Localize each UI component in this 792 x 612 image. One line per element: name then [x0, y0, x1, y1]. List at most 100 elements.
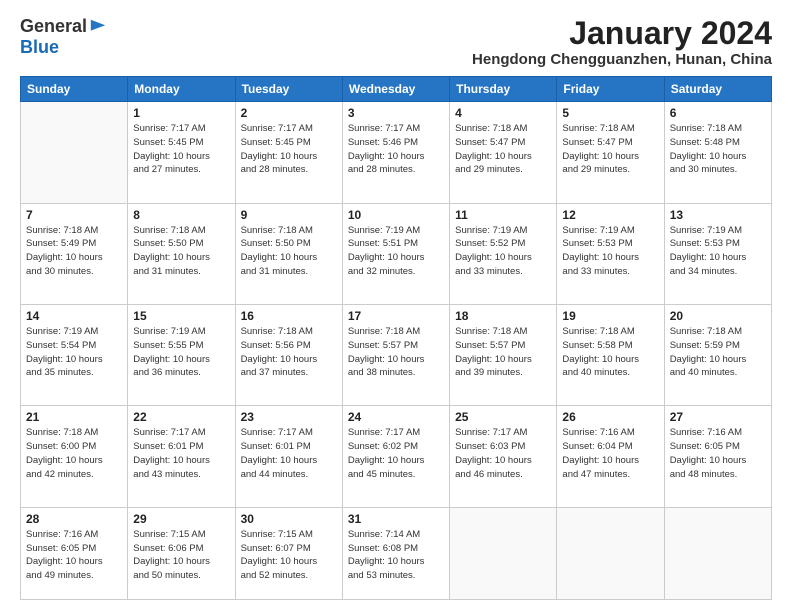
calendar-table: SundayMondayTuesdayWednesdayThursdayFrid… [20, 76, 772, 600]
calendar-cell: 29 Sunrise: 7:15 AMSunset: 6:06 PMDayligh… [128, 507, 235, 599]
day-info: Sunrise: 7:18 AMSunset: 5:47 PMDaylight:… [455, 122, 551, 177]
title-block: January 2024 Hengdong Chengguanzhen, Hun… [472, 16, 772, 68]
day-header-thursday: Thursday [450, 77, 557, 102]
day-number: 3 [348, 106, 444, 120]
calendar-cell: 19 Sunrise: 7:18 AMSunset: 5:58 PMDayligh… [557, 304, 664, 405]
day-info: Sunrise: 7:16 AMSunset: 6:05 PMDaylight:… [670, 426, 766, 481]
day-number: 23 [241, 410, 337, 424]
day-number: 20 [670, 309, 766, 323]
day-info: Sunrise: 7:15 AMSunset: 6:06 PMDaylight:… [133, 528, 229, 583]
week-row-3: 14 Sunrise: 7:19 AMSunset: 5:54 PMDayligh… [21, 304, 772, 405]
calendar-cell: 24Sunrise: 7:17 AMSunset: 6:02 PMDayligh… [342, 406, 449, 507]
day-number: 21 [26, 410, 122, 424]
calendar-cell: 5Sunrise: 7:18 AMSunset: 5:47 PMDaylight… [557, 102, 664, 203]
day-number: 27 [670, 410, 766, 424]
day-info: Sunrise: 7:17 AMSunset: 5:45 PMDaylight:… [133, 122, 229, 177]
calendar-cell [557, 507, 664, 599]
calendar-cell: 26 Sunrise: 7:16 AMSunset: 6:04 PMDayligh… [557, 406, 664, 507]
calendar-cell [664, 507, 771, 599]
day-number: 16 [241, 309, 337, 323]
day-info: Sunrise: 7:16 AMSunset: 6:05 PMDaylight:… [26, 528, 122, 583]
calendar-cell: 20 Sunrise: 7:18 AMSunset: 5:59 PMDayligh… [664, 304, 771, 405]
calendar-cell: 23 Sunrise: 7:17 AMSunset: 6:01 PMDayligh… [235, 406, 342, 507]
calendar-cell [21, 102, 128, 203]
logo-flag-icon [89, 18, 107, 36]
day-number: 25 [455, 410, 551, 424]
calendar-cell: 11 Sunrise: 7:19 AMSunset: 5:52 PMDayligh… [450, 203, 557, 304]
calendar-cell: 22 Sunrise: 7:17 AMSunset: 6:01 PMDayligh… [128, 406, 235, 507]
week-row-1: 1Sunrise: 7:17 AMSunset: 5:45 PMDaylight… [21, 102, 772, 203]
day-number: 12 [562, 208, 658, 222]
header: General Blue January 2024 Hengdong Cheng… [20, 16, 772, 68]
day-info: Sunrise: 7:19 AMSunset: 5:54 PMDaylight:… [26, 325, 122, 380]
day-number: 9 [241, 208, 337, 222]
week-row-5: 28Sunrise: 7:16 AMSunset: 6:05 PMDayligh… [21, 507, 772, 599]
day-info: Sunrise: 7:19 AMSunset: 5:55 PMDaylight:… [133, 325, 229, 380]
day-info: Sunrise: 7:18 AMSunset: 5:50 PMDaylight:… [133, 224, 229, 279]
calendar-cell: 10 Sunrise: 7:19 AMSunset: 5:51 PMDayligh… [342, 203, 449, 304]
day-number: 4 [455, 106, 551, 120]
day-info: Sunrise: 7:17 AMSunset: 6:01 PMDaylight:… [133, 426, 229, 481]
day-info: Sunrise: 7:19 AMSunset: 5:51 PMDaylight:… [348, 224, 444, 279]
day-header-tuesday: Tuesday [235, 77, 342, 102]
day-info: Sunrise: 7:17 AMSunset: 5:45 PMDaylight:… [241, 122, 337, 177]
calendar-cell: 31Sunrise: 7:14 AMSunset: 6:08 PMDayligh… [342, 507, 449, 599]
page: General Blue January 2024 Hengdong Cheng… [0, 0, 792, 612]
logo: General Blue [20, 16, 107, 58]
day-info: Sunrise: 7:18 AMSunset: 5:57 PMDaylight:… [455, 325, 551, 380]
day-info: Sunrise: 7:18 AMSunset: 6:00 PMDaylight:… [26, 426, 122, 481]
day-header-wednesday: Wednesday [342, 77, 449, 102]
calendar-cell: 3Sunrise: 7:17 AMSunset: 5:46 PMDaylight… [342, 102, 449, 203]
day-header-friday: Friday [557, 77, 664, 102]
day-info: Sunrise: 7:17 AMSunset: 6:02 PMDaylight:… [348, 426, 444, 481]
day-number: 11 [455, 208, 551, 222]
day-info: Sunrise: 7:19 AMSunset: 5:53 PMDaylight:… [562, 224, 658, 279]
day-info: Sunrise: 7:18 AMSunset: 5:59 PMDaylight:… [670, 325, 766, 380]
day-number: 14 [26, 309, 122, 323]
day-info: Sunrise: 7:18 AMSunset: 5:48 PMDaylight:… [670, 122, 766, 177]
day-info: Sunrise: 7:18 AMSunset: 5:56 PMDaylight:… [241, 325, 337, 380]
calendar-header-row: SundayMondayTuesdayWednesdayThursdayFrid… [21, 77, 772, 102]
day-number: 29 [133, 512, 229, 526]
calendar-cell: 25 Sunrise: 7:17 AMSunset: 6:03 PMDayligh… [450, 406, 557, 507]
day-info: Sunrise: 7:17 AMSunset: 6:01 PMDaylight:… [241, 426, 337, 481]
day-number: 17 [348, 309, 444, 323]
day-number: 22 [133, 410, 229, 424]
calendar-cell: 8Sunrise: 7:18 AMSunset: 5:50 PMDaylight… [128, 203, 235, 304]
month-title: January 2024 [472, 16, 772, 51]
day-info: Sunrise: 7:18 AMSunset: 5:49 PMDaylight:… [26, 224, 122, 279]
calendar-cell: 12 Sunrise: 7:19 AMSunset: 5:53 PMDayligh… [557, 203, 664, 304]
day-info: Sunrise: 7:18 AMSunset: 5:47 PMDaylight:… [562, 122, 658, 177]
day-info: Sunrise: 7:18 AMSunset: 5:58 PMDaylight:… [562, 325, 658, 380]
day-header-monday: Monday [128, 77, 235, 102]
calendar-cell: 21 Sunrise: 7:18 AMSunset: 6:00 PMDayligh… [21, 406, 128, 507]
calendar-cell: 1Sunrise: 7:17 AMSunset: 5:45 PMDaylight… [128, 102, 235, 203]
calendar-cell: 13Sunrise: 7:19 AMSunset: 5:53 PMDayligh… [664, 203, 771, 304]
calendar-cell: 14 Sunrise: 7:19 AMSunset: 5:54 PMDayligh… [21, 304, 128, 405]
day-info: Sunrise: 7:19 AMSunset: 5:52 PMDaylight:… [455, 224, 551, 279]
calendar-cell: 16 Sunrise: 7:18 AMSunset: 5:56 PMDayligh… [235, 304, 342, 405]
day-number: 26 [562, 410, 658, 424]
calendar-cell: 18 Sunrise: 7:18 AMSunset: 5:57 PMDayligh… [450, 304, 557, 405]
day-header-sunday: Sunday [21, 77, 128, 102]
day-number: 6 [670, 106, 766, 120]
calendar-cell [450, 507, 557, 599]
location: Hengdong Chengguanzhen, Hunan, China [472, 51, 772, 68]
day-number: 15 [133, 309, 229, 323]
day-info: Sunrise: 7:18 AMSunset: 5:57 PMDaylight:… [348, 325, 444, 380]
day-number: 19 [562, 309, 658, 323]
day-number: 2 [241, 106, 337, 120]
calendar-cell: 2 Sunrise: 7:17 AMSunset: 5:45 PMDaylight… [235, 102, 342, 203]
day-number: 31 [348, 512, 444, 526]
day-info: Sunrise: 7:17 AMSunset: 6:03 PMDaylight:… [455, 426, 551, 481]
calendar-cell: 17 Sunrise: 7:18 AMSunset: 5:57 PMDayligh… [342, 304, 449, 405]
day-info: Sunrise: 7:19 AMSunset: 5:53 PMDaylight:… [670, 224, 766, 279]
day-number: 18 [455, 309, 551, 323]
calendar-cell: 27 Sunrise: 7:16 AMSunset: 6:05 PMDayligh… [664, 406, 771, 507]
calendar-cell: 15 Sunrise: 7:19 AMSunset: 5:55 PMDayligh… [128, 304, 235, 405]
calendar-cell: 9Sunrise: 7:18 AMSunset: 5:50 PMDaylight… [235, 203, 342, 304]
calendar-cell: 7Sunrise: 7:18 AMSunset: 5:49 PMDaylight… [21, 203, 128, 304]
day-info: Sunrise: 7:16 AMSunset: 6:04 PMDaylight:… [562, 426, 658, 481]
week-row-4: 21 Sunrise: 7:18 AMSunset: 6:00 PMDayligh… [21, 406, 772, 507]
day-number: 10 [348, 208, 444, 222]
